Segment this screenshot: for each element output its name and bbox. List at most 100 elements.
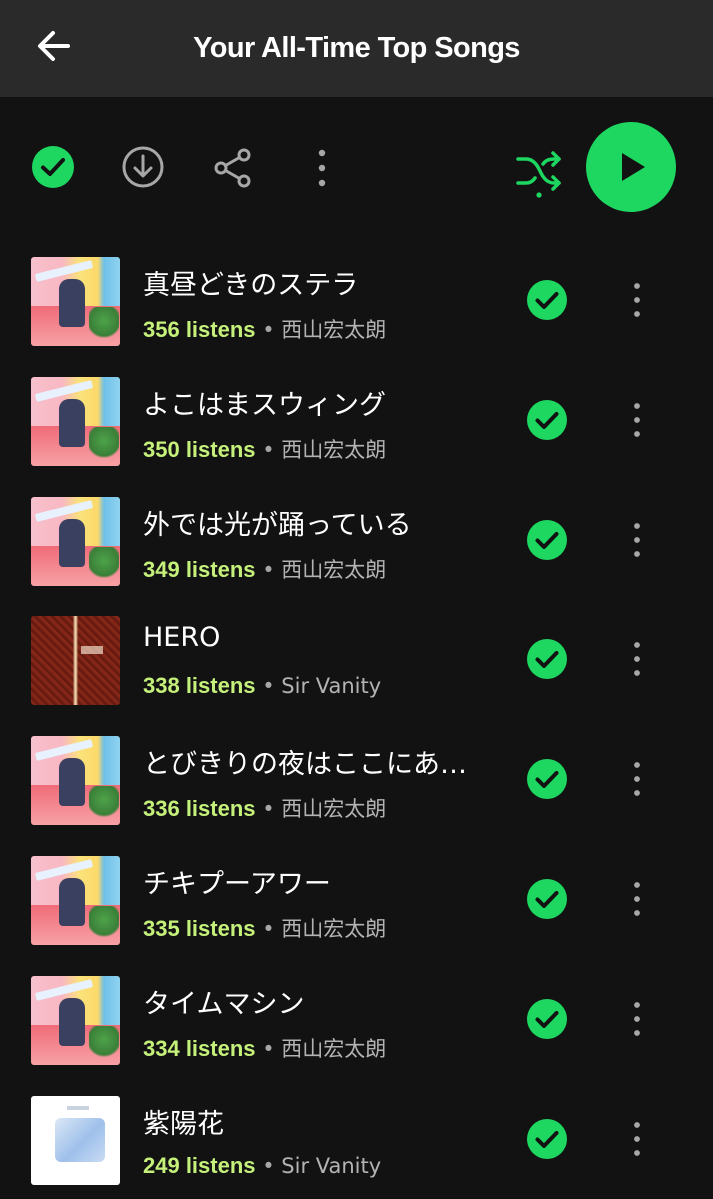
album-cover (31, 257, 120, 346)
check-circle-icon (32, 146, 74, 188)
album-cover (31, 976, 120, 1065)
downloaded-indicator (526, 758, 568, 800)
listen-count: 349 listens (143, 557, 256, 582)
song-more-button[interactable] (622, 638, 652, 680)
check-circle-icon (527, 280, 567, 320)
shuffle-button[interactable] (512, 145, 566, 199)
song-more-button[interactable] (622, 878, 652, 920)
listen-count: 338 listens (143, 673, 256, 698)
downloaded-indicator (526, 638, 568, 680)
song-title: 外では光が踊っている (143, 510, 412, 541)
song-title: HERO (143, 622, 221, 653)
album-cover (31, 1096, 120, 1185)
downloaded-button[interactable] (31, 145, 75, 189)
song-meta: 350 listens • 西山宏太朗 (143, 434, 503, 464)
downloaded-indicator (526, 998, 568, 1040)
check-circle-icon (527, 999, 567, 1039)
check-circle-icon (527, 639, 567, 679)
listen-count: 336 listens (143, 796, 256, 821)
downloaded-indicator (526, 279, 568, 321)
download-button[interactable] (120, 144, 166, 190)
check-circle-icon (527, 520, 567, 560)
listen-count: 334 listens (143, 1036, 256, 1061)
song-more-button[interactable] (622, 399, 652, 441)
listen-count: 335 listens (143, 916, 256, 941)
listen-count: 249 listens (143, 1153, 256, 1178)
download-circle-icon (122, 146, 164, 188)
separator: • (262, 917, 275, 941)
share-icon (214, 148, 251, 188)
separator: • (262, 674, 275, 698)
app-header: Your All-Time Top Songs (0, 0, 713, 97)
song-row[interactable]: よこはまスウィング 350 listens • 西山宏太朗 (0, 361, 713, 480)
downloaded-indicator (526, 399, 568, 441)
song-title: よこはまスウィング (143, 390, 386, 421)
play-button[interactable] (586, 122, 676, 212)
song-meta: 349 listens • 西山宏太朗 (143, 554, 503, 584)
more-vertical-icon (634, 1122, 640, 1156)
song-title: 真昼どきのステラ (143, 270, 359, 301)
song-meta: 335 listens • 西山宏太朗 (143, 913, 503, 943)
more-vertical-icon (634, 403, 640, 437)
album-cover (31, 497, 120, 586)
more-vertical-icon (318, 149, 326, 187)
artist-name: 西山宏太朗 (281, 1037, 387, 1061)
song-more-button[interactable] (622, 279, 652, 321)
song-meta: 338 listens • Sir Vanity (143, 673, 503, 699)
artist-name: 西山宏太朗 (281, 797, 387, 821)
play-icon (622, 153, 645, 181)
separator: • (262, 1037, 275, 1061)
song-row[interactable]: 紫陽花 249 listens • Sir Vanity (0, 1080, 713, 1199)
artist-name: Sir Vanity (281, 674, 382, 698)
check-circle-icon (527, 759, 567, 799)
song-row[interactable]: 外では光が踊っている 349 listens • 西山宏太朗 (0, 481, 713, 600)
more-vertical-icon (634, 882, 640, 916)
shuffle-icon (516, 151, 561, 198)
page-title: Your All-Time Top Songs (193, 32, 520, 64)
artist-name: 西山宏太朗 (281, 438, 387, 462)
album-cover (31, 736, 120, 825)
song-more-button[interactable] (622, 519, 652, 561)
song-title: とびきりの夜はここにあ… (143, 749, 467, 780)
more-vertical-icon (634, 642, 640, 676)
check-circle-icon (527, 1119, 567, 1159)
song-title: 紫陽花 (143, 1109, 224, 1140)
song-more-button[interactable] (622, 998, 652, 1040)
listen-count: 350 listens (143, 437, 256, 462)
downloaded-indicator (526, 519, 568, 561)
song-meta: 336 listens • 西山宏太朗 (143, 793, 503, 823)
downloaded-indicator (526, 1118, 568, 1160)
downloaded-indicator (526, 878, 568, 920)
separator: • (262, 558, 275, 582)
more-options-button[interactable] (306, 145, 338, 191)
separator: • (262, 438, 275, 462)
playlist-toolbar (0, 97, 713, 237)
more-vertical-icon (634, 523, 640, 557)
share-button[interactable] (210, 145, 256, 191)
song-row[interactable]: とびきりの夜はここにあ… 336 listens • 西山宏太朗 (0, 720, 713, 839)
listen-count: 356 listens (143, 317, 256, 342)
separator: • (262, 797, 275, 821)
song-row[interactable]: タイムマシン 334 listens • 西山宏太朗 (0, 960, 713, 1079)
song-meta: 249 listens • Sir Vanity (143, 1153, 503, 1179)
album-cover (31, 377, 120, 466)
song-more-button[interactable] (622, 758, 652, 800)
separator: • (262, 1154, 275, 1178)
artist-name: 西山宏太朗 (281, 558, 387, 582)
more-vertical-icon (634, 762, 640, 796)
song-meta: 356 listens • 西山宏太朗 (143, 314, 503, 344)
song-title: タイムマシン (143, 989, 305, 1020)
song-title: チキプーアワー (143, 869, 331, 900)
artist-name: 西山宏太朗 (281, 318, 387, 342)
song-row[interactable]: HERO 338 listens • Sir Vanity (0, 600, 713, 719)
album-cover (31, 856, 120, 945)
more-vertical-icon (634, 283, 640, 317)
more-vertical-icon (634, 1002, 640, 1036)
check-circle-icon (527, 879, 567, 919)
artist-name: 西山宏太朗 (281, 917, 387, 941)
song-row[interactable]: 真昼どきのステラ 356 listens • 西山宏太朗 (0, 241, 713, 360)
song-more-button[interactable] (622, 1118, 652, 1160)
song-meta: 334 listens • 西山宏太朗 (143, 1033, 503, 1063)
song-row[interactable]: チキプーアワー 335 listens • 西山宏太朗 (0, 840, 713, 959)
check-circle-icon (527, 400, 567, 440)
